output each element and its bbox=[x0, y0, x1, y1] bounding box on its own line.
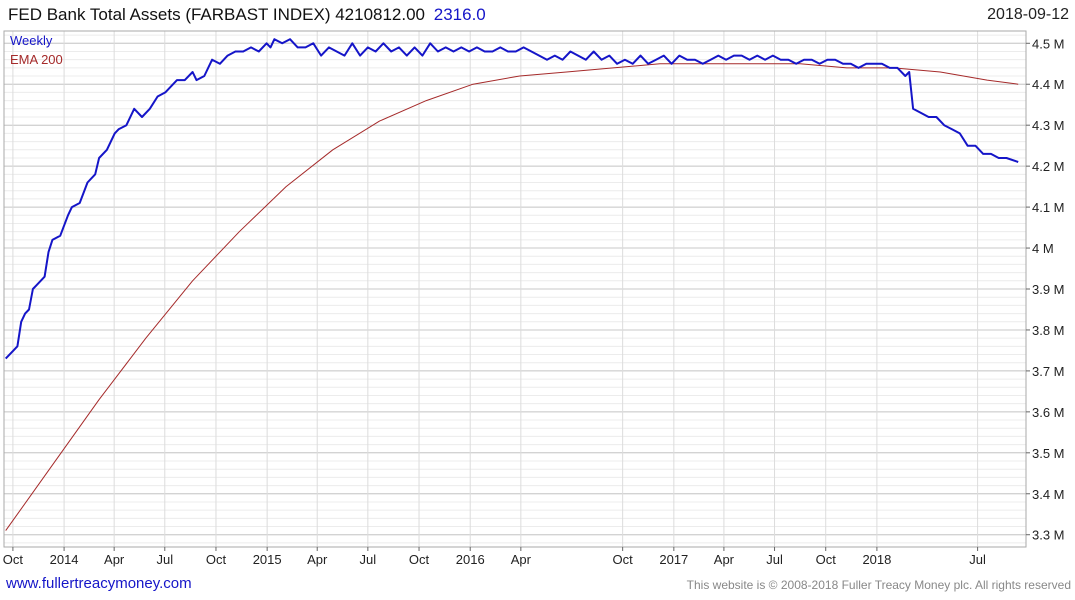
y-tick-label: 4.3 M bbox=[1032, 118, 1065, 133]
y-tick-label: 3.9 M bbox=[1032, 282, 1065, 297]
x-tick-label: Jul bbox=[156, 552, 173, 567]
x-axis: Oct 2014 Apr Jul Oct 2015 Apr Jul Oct 2016 Apr Oct 2… bbox=[3, 547, 986, 567]
y-tick-label: 3.8 M bbox=[1032, 323, 1065, 338]
chart-legend: Weekly EMA 200 bbox=[10, 33, 63, 67]
x-tick-label: Oct bbox=[409, 552, 430, 567]
x-tick-label: Oct bbox=[206, 552, 227, 567]
x-tick-label: Apr bbox=[104, 552, 125, 567]
y-tick-label: 3.6 M bbox=[1032, 405, 1065, 420]
y-tick-label: 4.2 M bbox=[1032, 159, 1065, 174]
legend-entry: EMA 200 bbox=[10, 52, 63, 67]
x-tick-label: Jul bbox=[360, 552, 377, 567]
y-tick-label: 4.4 M bbox=[1032, 77, 1065, 92]
y-tick-label: 4.5 M bbox=[1032, 36, 1065, 51]
x-tick-label: Jul bbox=[969, 552, 986, 567]
y-tick-label: 4.1 M bbox=[1032, 200, 1065, 215]
x-tick-label: Apr bbox=[714, 552, 735, 567]
x-tick-label: Apr bbox=[511, 552, 532, 567]
x-tick-label: 2015 bbox=[253, 552, 282, 567]
x-tick-label: Oct bbox=[3, 552, 24, 567]
line-chart: 4.5 M 4.4 M 4.3 M 4.2 M 4.1 M 4 M 3.9 M 3.8 M 3.… bbox=[3, 30, 1065, 567]
x-tick-label: Apr bbox=[307, 552, 328, 567]
x-tick-label: 2014 bbox=[50, 552, 79, 567]
x-tick-label: 2017 bbox=[659, 552, 688, 567]
x-tick-label: Jul bbox=[766, 552, 783, 567]
y-tick-label: 4 M bbox=[1032, 241, 1054, 256]
y-tick-label: 3.5 M bbox=[1032, 446, 1065, 461]
y-tick-label: 3.4 M bbox=[1032, 487, 1065, 502]
series-layer bbox=[4, 38, 1019, 531]
chart-grid bbox=[4, 31, 1026, 547]
x-tick-label: Oct bbox=[613, 552, 634, 567]
y-tick-label: 3.7 M bbox=[1032, 364, 1065, 379]
x-tick-label: Oct bbox=[816, 552, 837, 567]
site-link[interactable]: www.fullertreacymoney.com bbox=[6, 575, 192, 592]
x-tick-label: 2016 bbox=[456, 552, 485, 567]
y-tick-label: 3.3 M bbox=[1032, 528, 1065, 543]
y-axis: 4.5 M 4.4 M 4.3 M 4.2 M 4.1 M 4 M 3.9 M 3.8 M 3.… bbox=[1026, 36, 1065, 543]
legend-entry: Weekly bbox=[10, 33, 53, 48]
x-tick-label: 2018 bbox=[862, 552, 891, 567]
copyright-notice: This website is © 2008-2018 Fuller Treac… bbox=[686, 578, 1071, 592]
